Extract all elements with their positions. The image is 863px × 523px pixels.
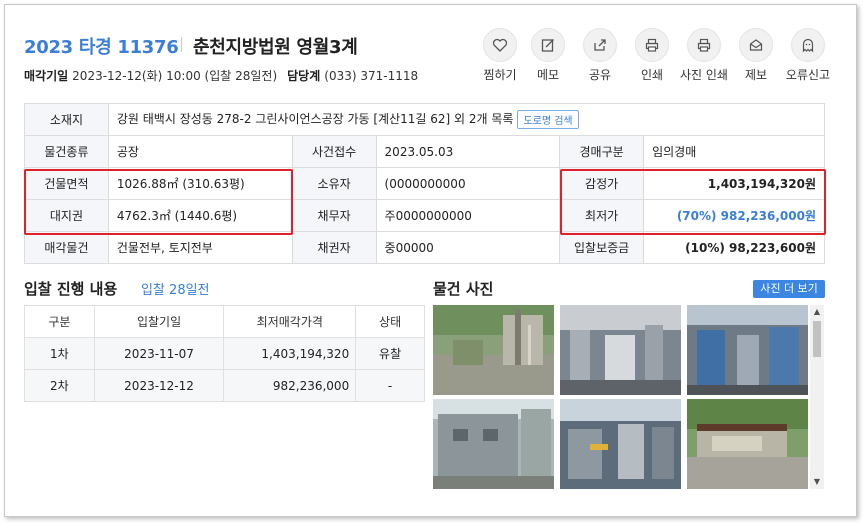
column-header: 최저매각가격	[223, 305, 357, 338]
info-value: 건물전부, 토지전부	[107, 231, 293, 264]
bid-date: 2023-11-07	[93, 337, 225, 370]
property-photo[interactable]	[687, 399, 808, 489]
info-row: 건물면적 1026.88㎡ (310.63평) 소유자 (0000000000 …	[24, 167, 825, 200]
dept-phone: (033) 371-1118	[324, 69, 419, 83]
column-header: 상태	[355, 305, 425, 338]
road-search-button[interactable]: 도로명 검색	[517, 110, 579, 129]
ghost-icon	[802, 38, 814, 53]
share-button[interactable]: 공유	[574, 28, 626, 83]
sale-date-value: 2023-12-12(화) 10:00 (입찰 28일전)	[72, 69, 278, 83]
photo-print-icon	[697, 38, 711, 52]
factory-exterior-photo	[433, 305, 554, 395]
tank-equipment-photo	[687, 305, 808, 395]
info-row: 물건종류 공장 사건접수 2023.05.03 경매구분 임의경매	[24, 135, 825, 168]
photo-scrollbar[interactable]: ▲ ▼	[810, 305, 824, 489]
info-value: 임의경매	[643, 135, 825, 168]
property-photo[interactable]	[433, 305, 554, 395]
property-photo[interactable]	[560, 399, 681, 489]
report-label: 제보	[744, 68, 768, 82]
info-value: 1026.88㎡ (310.63평)	[107, 167, 293, 200]
sale-info-line: 매각기일 2023-12-12(화) 10:00 (입찰 28일전) 담당계 (033…	[24, 67, 418, 84]
bid-round: 1차	[24, 337, 95, 370]
info-label: 감정가	[559, 167, 645, 200]
print-label: 인쇄	[640, 68, 664, 82]
photo-print-button[interactable]: 사진 인쇄	[678, 28, 730, 83]
container-building-photo	[433, 399, 554, 489]
envelope-icon	[749, 39, 763, 51]
info-value: 공장	[107, 135, 293, 168]
report-button[interactable]: 제보	[730, 28, 782, 83]
info-value: 2023.05.03	[375, 135, 561, 168]
bid-table-header: 구분 입찰기일 최저매각가격 상태	[24, 305, 425, 338]
bid-section-title: 입찰 진행 내용	[24, 280, 118, 298]
favorite-button[interactable]: 찜하기	[474, 28, 526, 83]
appraisal-price: 1,403,194,320원	[643, 167, 825, 200]
bid-status: 유찰	[355, 337, 425, 370]
bid-days-left: 입찰 28일전	[141, 283, 210, 298]
info-label: 건물면적	[24, 167, 109, 200]
print-button[interactable]: 인쇄	[626, 28, 678, 83]
info-label: 채무자	[291, 199, 377, 232]
deposit-amount: (10%) 98,223,600원	[643, 231, 825, 264]
photo-print-label: 사진 인쇄	[680, 68, 728, 82]
info-value: (0000000000	[375, 167, 561, 200]
error-report-button[interactable]: 오류신고	[782, 28, 834, 83]
steel-structure-photo	[560, 399, 681, 489]
favorite-label: 찜하기	[483, 68, 517, 82]
location-cell: 강원 태백시 장성동 278-2 그린사이언스공장 가동 [계산11길 62] …	[107, 103, 826, 136]
info-value: 중00000	[375, 231, 561, 264]
more-photos-button[interactable]: 사진 더 보기	[753, 280, 825, 298]
location-value: 강원 태백시 장성동 278-2 그린사이언스공장 가동 [계산11길 62] …	[116, 112, 514, 126]
title-divider	[181, 37, 182, 52]
factory-interior-photo	[560, 305, 681, 395]
bid-date: 2023-12-12	[93, 369, 225, 402]
scroll-up-arrow-icon[interactable]: ▲	[810, 305, 824, 319]
info-row: 대지권 4762.3㎡ (1440.6평) 채무자 주0000000000 최저…	[24, 199, 825, 232]
info-row: 매각물건 건물전부, 토지전부 채권자 중00000 입찰보증금 (10%) 9…	[24, 231, 825, 264]
bid-round: 2차	[24, 369, 95, 402]
info-label: 최저가	[559, 199, 645, 232]
scroll-thumb[interactable]	[813, 321, 821, 357]
info-label: 입찰보증금	[559, 231, 645, 264]
info-value: 4762.3㎡ (1440.6평)	[107, 199, 293, 232]
info-label: 채권자	[291, 231, 377, 264]
factory-gate-photo	[687, 399, 808, 489]
heart-icon	[492, 38, 508, 52]
bid-price: 1,403,194,320	[223, 337, 357, 370]
memo-icon	[541, 39, 554, 52]
scroll-down-arrow-icon[interactable]: ▼	[810, 475, 824, 489]
info-label: 사건접수	[291, 135, 377, 168]
info-label: 매각물건	[24, 231, 109, 264]
property-photo[interactable]	[687, 305, 808, 395]
info-label: 경매구분	[559, 135, 645, 168]
info-label: 물건종류	[24, 135, 109, 168]
photo-section-title: 물건 사진	[433, 280, 494, 298]
court-name: 춘천지방법원 영월3계	[193, 37, 358, 58]
print-icon	[645, 38, 659, 52]
error-report-label: 오류신고	[785, 68, 831, 82]
bid-status: -	[355, 369, 425, 402]
dept-label: 담당계	[287, 69, 321, 83]
bid-history-table: 구분 입찰기일 최저매각가격 상태 1차 2023-11-07 1,403,19…	[24, 305, 425, 402]
column-header: 입찰기일	[93, 305, 225, 338]
table-row: 1차 2023-11-07 1,403,194,320 유찰	[24, 337, 425, 370]
property-photo[interactable]	[433, 399, 554, 489]
location-label: 소재지	[24, 103, 109, 136]
sale-date-label: 매각기일	[24, 69, 69, 83]
info-row-location: 소재지 강원 태백시 장성동 278-2 그린사이언스공장 가동 [계산11길 …	[24, 103, 826, 136]
memo-label: 메모	[536, 68, 560, 82]
share-icon	[594, 39, 606, 51]
property-info-table: 소재지 강원 태백시 장성동 278-2 그린사이언스공장 가동 [계산11길 …	[24, 103, 826, 264]
memo-button[interactable]: 메모	[522, 28, 574, 83]
info-label: 대지권	[24, 199, 109, 232]
bid-price: 982,236,000	[223, 369, 357, 402]
share-label: 공유	[588, 68, 612, 82]
info-value: 주0000000000	[375, 199, 561, 232]
minimum-price: (70%) 982,236,000원	[643, 199, 825, 232]
info-label: 소유자	[291, 167, 377, 200]
property-photo[interactable]	[560, 305, 681, 395]
case-number: 2023 타경 11376	[24, 37, 179, 58]
table-row: 2차 2023-12-12 982,236,000 -	[24, 369, 425, 402]
column-header: 구분	[24, 305, 95, 338]
